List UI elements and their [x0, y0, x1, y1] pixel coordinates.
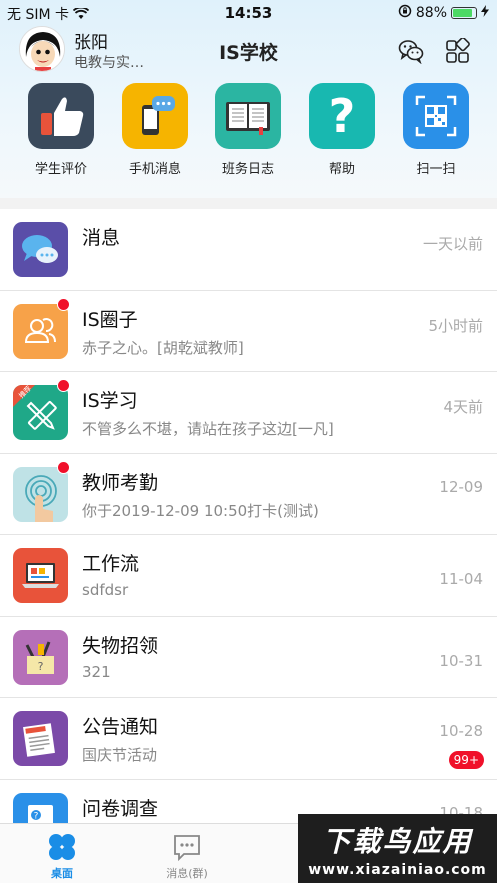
- quick-class-log[interactable]: 班务日志: [208, 83, 288, 177]
- tab-label: 消息(群): [166, 867, 208, 880]
- laptop-icon: [13, 548, 68, 603]
- svg-text:?: ?: [329, 89, 356, 143]
- help-icon: ?: [309, 83, 375, 149]
- qr-scan-icon: [403, 83, 469, 149]
- unread-count-badge: 99+: [447, 750, 485, 770]
- row-title: 教师考勤: [82, 471, 159, 494]
- list-item-circle[interactable]: IS圈子 赤子之心。[胡乾斌教师] 5小时前: [0, 290, 497, 372]
- quick-student-eval[interactable]: 学生评价: [21, 83, 101, 177]
- quick-label: 扫一扫: [416, 162, 456, 177]
- row-time: 10-31: [439, 651, 483, 670]
- message-bubble-icon: [142, 832, 232, 865]
- rotation-lock-icon: [398, 4, 412, 22]
- row-subtitle: 你于2019-12-09 10:50打卡(测试): [82, 501, 319, 520]
- row-title: IS学习: [82, 390, 138, 412]
- tab-messages[interactable]: 消息(群): [142, 832, 232, 881]
- watermark: 下载鸟应用 www.xiazainiao.com: [298, 814, 497, 883]
- newspaper-icon: [13, 711, 68, 766]
- chat-bubble-icon: [13, 222, 68, 277]
- list-item-lost-found[interactable]: ? 失物招领 321 10-31: [0, 616, 497, 698]
- unread-dot: [57, 297, 70, 311]
- row-title: 失物招领: [82, 634, 159, 657]
- row-subtitle: 321: [82, 662, 111, 681]
- row-title: 问卷调查: [82, 797, 159, 820]
- watermark-title: 下载鸟应用: [322, 825, 473, 858]
- unread-dot: [57, 460, 70, 474]
- phone-message-icon: [122, 83, 188, 149]
- top-panel: 无 SIM 卡 14:53 88% 张阳 电教与实… IS学校 学生评价 手机消…: [0, 0, 497, 198]
- row-time: 5小时前: [428, 316, 483, 335]
- quick-help[interactable]: ? 帮助: [302, 83, 382, 177]
- svg-text:?: ?: [34, 811, 39, 821]
- tab-desk[interactable]: 桌面: [17, 832, 107, 881]
- quick-phone-message[interactable]: 手机消息: [115, 83, 195, 177]
- list-item-messages[interactable]: 消息 一天以前: [0, 209, 497, 291]
- row-title: 工作流: [82, 553, 140, 575]
- row-title: 公告通知: [82, 716, 159, 738]
- row-time: 10-28: [439, 722, 483, 740]
- status-bar: 无 SIM 卡 14:53 88%: [0, 0, 497, 26]
- battery-icon: [451, 7, 477, 19]
- message-list: 消息 一天以前 IS圈子 赤子之心。[胡乾斌教师] 5小时前 推荐 IS学习 不…: [0, 209, 497, 861]
- list-item-announcement[interactable]: 公告通知 国庆节活动 10-28 99+: [0, 698, 497, 780]
- unread-dot: [57, 379, 70, 392]
- row-subtitle: 不管多么不堪，请站在孩子这边[一凡]: [82, 420, 334, 438]
- row-subtitle: 国庆节活动: [82, 746, 158, 764]
- tab-label: 桌面: [51, 867, 73, 880]
- status-right: 88%: [398, 4, 489, 22]
- row-time: 4天前: [443, 398, 483, 416]
- row-title: 消息: [82, 227, 121, 249]
- grid-apps-icon[interactable]: [445, 37, 471, 64]
- quick-label: 学生评价: [34, 162, 87, 177]
- list-item-attendance[interactable]: 教师考勤 你于2019-12-09 10:50打卡(测试) 12-09: [0, 453, 497, 535]
- quick-actions: 学生评价 手机消息 班务日志 ? 帮助 扫一扫: [0, 83, 497, 183]
- lost-found-box-icon: ?: [13, 629, 68, 685]
- quick-label: 手机消息: [128, 162, 181, 177]
- row-time: 11-04: [439, 570, 483, 588]
- quick-label: 班务日志: [221, 162, 274, 177]
- wechat-icon[interactable]: [398, 38, 424, 65]
- quick-label: 帮助: [328, 162, 355, 177]
- row-title: IS圈子: [82, 308, 138, 331]
- row-subtitle: sdfdsr: [82, 581, 129, 599]
- row-subtitle: 赤子之心。[胡乾斌教师]: [82, 338, 244, 357]
- people-icon: [13, 303, 68, 359]
- pencil-ruler-icon: 推荐: [13, 385, 68, 440]
- thumbs-up-icon: [28, 83, 94, 149]
- watermark-url: www.xiazainiao.com: [308, 862, 487, 878]
- list-item-workflow[interactable]: 工作流 sdfdsr 11-04: [0, 535, 497, 617]
- list-item-learning[interactable]: 推荐 IS学习 不管多么不堪，请站在孩子这边[一凡] 4天前: [0, 372, 497, 454]
- clover-icon: [17, 832, 107, 865]
- row-time: 一天以前: [422, 235, 483, 253]
- row-time: 12-09: [439, 477, 483, 496]
- quick-scan[interactable]: 扫一扫: [396, 83, 476, 177]
- fingerprint-icon: [13, 466, 68, 522]
- svg-text:?: ?: [38, 660, 44, 673]
- book-icon: [215, 83, 281, 149]
- charging-icon: [481, 5, 489, 21]
- header: 张阳 电教与实… IS学校: [0, 26, 497, 78]
- battery-percent: 88%: [415, 5, 447, 21]
